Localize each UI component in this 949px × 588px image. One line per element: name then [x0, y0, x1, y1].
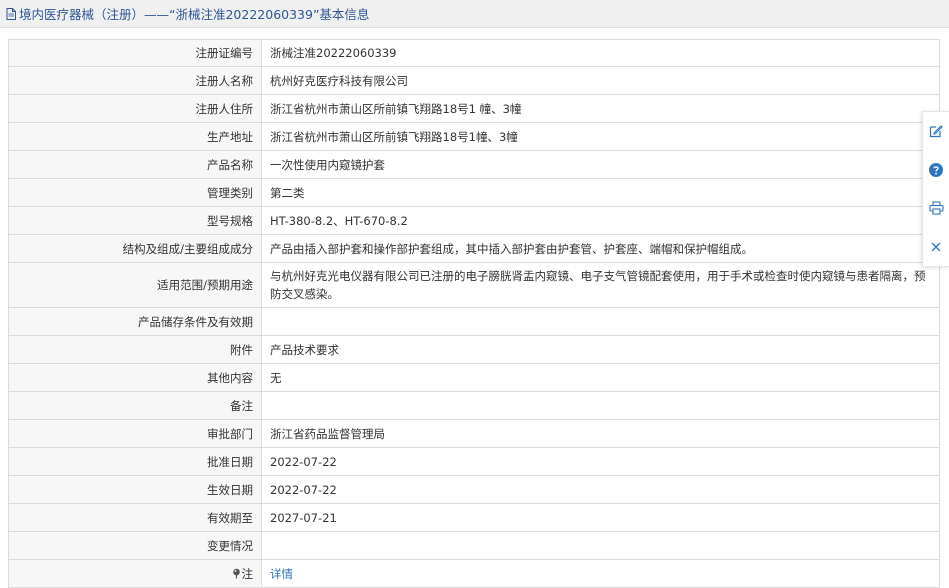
table-row: 型号规格 HT-380-8.2、HT-670-8.2: [9, 207, 940, 235]
row-value: 与杭州好克光电仪器有限公司已注册的电子膀胱肾盂内窥镜、电子支气管镜配套使用，用于…: [262, 263, 940, 307]
row-label: 管理类别: [9, 179, 262, 206]
table-row: 其他内容 无: [9, 364, 940, 392]
table-row: 有效期至 2027-07-21: [9, 504, 940, 532]
table-row: 管理类别 第二类: [9, 179, 940, 207]
row-value: 浙械注准20222060339: [262, 40, 940, 66]
row-value: 2027-07-21: [262, 504, 940, 531]
row-label: 附件: [9, 336, 262, 363]
table-row: 结构及组成/主要组成成分 产品由插入部护套和操作部护套组成，其中插入部护套由护套…: [9, 235, 940, 263]
table-row: 注册人住所 浙江省杭州市萧山区所前镇飞翔路18号1 幢、3幢: [9, 95, 940, 123]
table-row: 注册人名称 杭州好克医疗科技有限公司: [9, 67, 940, 95]
row-label: 产品名称: [9, 151, 262, 178]
table-row: 生效日期 2022-07-22: [9, 476, 940, 504]
table-row: 附件 产品技术要求: [9, 336, 940, 364]
row-value: 一次性使用内窥镜护套: [262, 151, 940, 178]
table-row: 审批部门 浙江省药品监督管理局: [9, 420, 940, 448]
note-label-text: 注: [241, 566, 254, 581]
row-label: 变更情况: [9, 532, 262, 559]
row-label: 有效期至: [9, 504, 262, 531]
row-value: HT-380-8.2、HT-670-8.2: [262, 207, 940, 234]
row-value: 无: [262, 364, 940, 391]
row-label: 型号规格: [9, 207, 262, 234]
info-table: 注册证编号 浙械注准20222060339 注册人名称 杭州好克医疗科技有限公司…: [8, 39, 940, 588]
table-row: 注册证编号 浙械注准20222060339: [9, 40, 940, 67]
row-label: 生效日期: [9, 476, 262, 503]
row-label: 注册人名称: [9, 67, 262, 94]
note-value: 详情: [262, 560, 940, 587]
row-value: 浙江省药品监督管理局: [262, 420, 940, 447]
row-value: [262, 308, 940, 335]
note-label: 注: [9, 560, 262, 587]
print-icon[interactable]: [927, 199, 945, 217]
row-label: 批准日期: [9, 448, 262, 475]
close-icon[interactable]: [927, 238, 945, 256]
row-value: 浙江省杭州市萧山区所前镇飞翔路18号1 幢、3幢: [262, 95, 940, 122]
page-title: 境内医疗器械（注册）——“浙械注准20222060339”基本信息: [19, 7, 370, 22]
table-row: 适用范围/预期用途 与杭州好克光电仪器有限公司已注册的电子膀胱肾盂内窥镜、电子支…: [9, 263, 940, 308]
row-value: 产品由插入部护套和操作部护套组成，其中插入部护套由护套管、护套座、端帽和保护帽组…: [262, 235, 940, 262]
row-value: 浙江省杭州市萧山区所前镇飞翔路18号1幢、3幢: [262, 123, 940, 150]
row-label: 生产地址: [9, 123, 262, 150]
table-row: 产品储存条件及有效期: [9, 308, 940, 336]
row-label: 注册证编号: [9, 40, 262, 66]
row-label: 适用范围/预期用途: [9, 263, 262, 307]
row-value: 2022-07-22: [262, 448, 940, 475]
note-row: 注 详情: [9, 560, 940, 588]
row-label: 结构及组成/主要组成成分: [9, 235, 262, 262]
row-label: 产品储存条件及有效期: [9, 308, 262, 335]
table-row: 备注: [9, 392, 940, 420]
side-toolbar: [922, 111, 949, 267]
table-row: 批准日期 2022-07-22: [9, 448, 940, 476]
table-row: 变更情况: [9, 532, 940, 560]
row-value: 第二类: [262, 179, 940, 206]
pin-icon: [232, 568, 241, 579]
row-label: 注册人住所: [9, 95, 262, 122]
row-value: 杭州好克医疗科技有限公司: [262, 67, 940, 94]
row-value: [262, 532, 940, 559]
row-value: 2022-07-22: [262, 476, 940, 503]
edit-icon[interactable]: [927, 122, 945, 140]
row-label: 其他内容: [9, 364, 262, 391]
page-header: 境内医疗器械（注册）——“浙械注准20222060339”基本信息: [0, 0, 949, 28]
document-icon: [6, 7, 16, 20]
row-value: 产品技术要求: [262, 336, 940, 363]
help-icon[interactable]: [927, 161, 945, 179]
row-value: [262, 392, 940, 419]
table-row: 生产地址 浙江省杭州市萧山区所前镇飞翔路18号1幢、3幢: [9, 123, 940, 151]
table-row: 产品名称 一次性使用内窥镜护套: [9, 151, 940, 179]
row-label: 备注: [9, 392, 262, 419]
row-label: 审批部门: [9, 420, 262, 447]
